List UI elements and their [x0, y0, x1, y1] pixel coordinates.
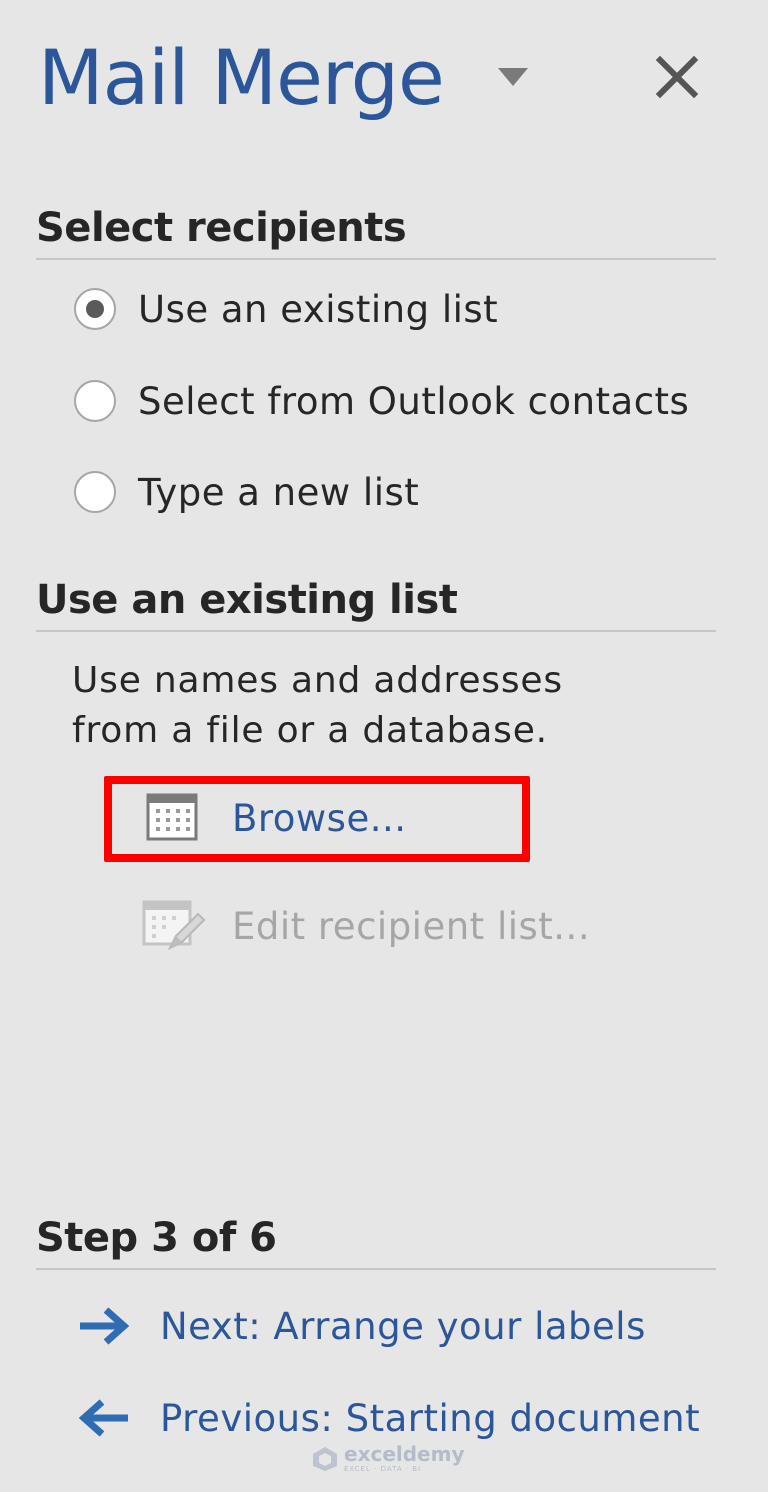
next-step-label[interactable]: Next: Arrange your labels — [160, 1305, 646, 1348]
radio-button-selected[interactable] — [74, 288, 116, 330]
exceldemy-logo-icon — [313, 1446, 337, 1471]
edit-recipient-list-label: Edit recipient list... — [232, 905, 591, 948]
triangle-down-icon — [498, 68, 528, 86]
section-divider — [36, 258, 716, 260]
use-existing-list-heading: Use an existing list — [36, 577, 458, 623]
description-line: from a file or a database. — [72, 710, 548, 751]
radio-button[interactable] — [74, 471, 116, 513]
radio-select-outlook-contacts[interactable]: Select from Outlook contacts — [74, 376, 689, 426]
existing-list-description: Use names and addresses from a file or a… — [72, 656, 563, 756]
radio-type-new-list[interactable]: Type a new list — [74, 467, 419, 517]
radio-dot — [86, 300, 104, 318]
section-divider — [36, 630, 716, 632]
section-divider — [36, 1268, 716, 1270]
browse-label[interactable]: Browse... — [232, 796, 407, 842]
description-line: Use names and addresses — [72, 660, 563, 701]
task-pane-options-button[interactable] — [496, 66, 530, 88]
mail-merge-pane: Mail Merge Select recipients Use an exis… — [0, 0, 768, 1492]
radio-label: Use an existing list — [138, 287, 499, 331]
next-step-link[interactable]: Next: Arrange your labels — [78, 1298, 646, 1354]
previous-step-label[interactable]: Previous: Starting document — [160, 1397, 700, 1440]
step-heading: Step 3 of 6 — [36, 1215, 277, 1261]
edit-recipient-list-button: Edit recipient list... — [140, 896, 620, 960]
previous-step-link[interactable]: Previous: Starting document — [78, 1390, 700, 1446]
radio-label: Type a new list — [138, 470, 420, 514]
table-grid-icon — [146, 793, 198, 841]
radio-use-existing-list[interactable]: Use an existing list — [74, 284, 498, 334]
watermark-name: exceldemy — [344, 1442, 465, 1466]
arrow-right-icon — [80, 1307, 130, 1345]
pane-title: Mail Merge — [38, 33, 445, 122]
close-button[interactable] — [652, 52, 702, 102]
radio-label: Select from Outlook contacts — [138, 379, 690, 423]
radio-button[interactable] — [74, 380, 116, 422]
close-x-icon — [655, 55, 699, 99]
watermark-tagline: EXCEL · DATA · BI — [344, 1465, 422, 1473]
arrow-left-icon — [78, 1399, 128, 1437]
edit-table-icon — [142, 900, 206, 951]
exceldemy-watermark: exceldemy EXCEL · DATA · BI — [312, 1444, 465, 1473]
select-recipients-heading: Select recipients — [36, 205, 407, 251]
